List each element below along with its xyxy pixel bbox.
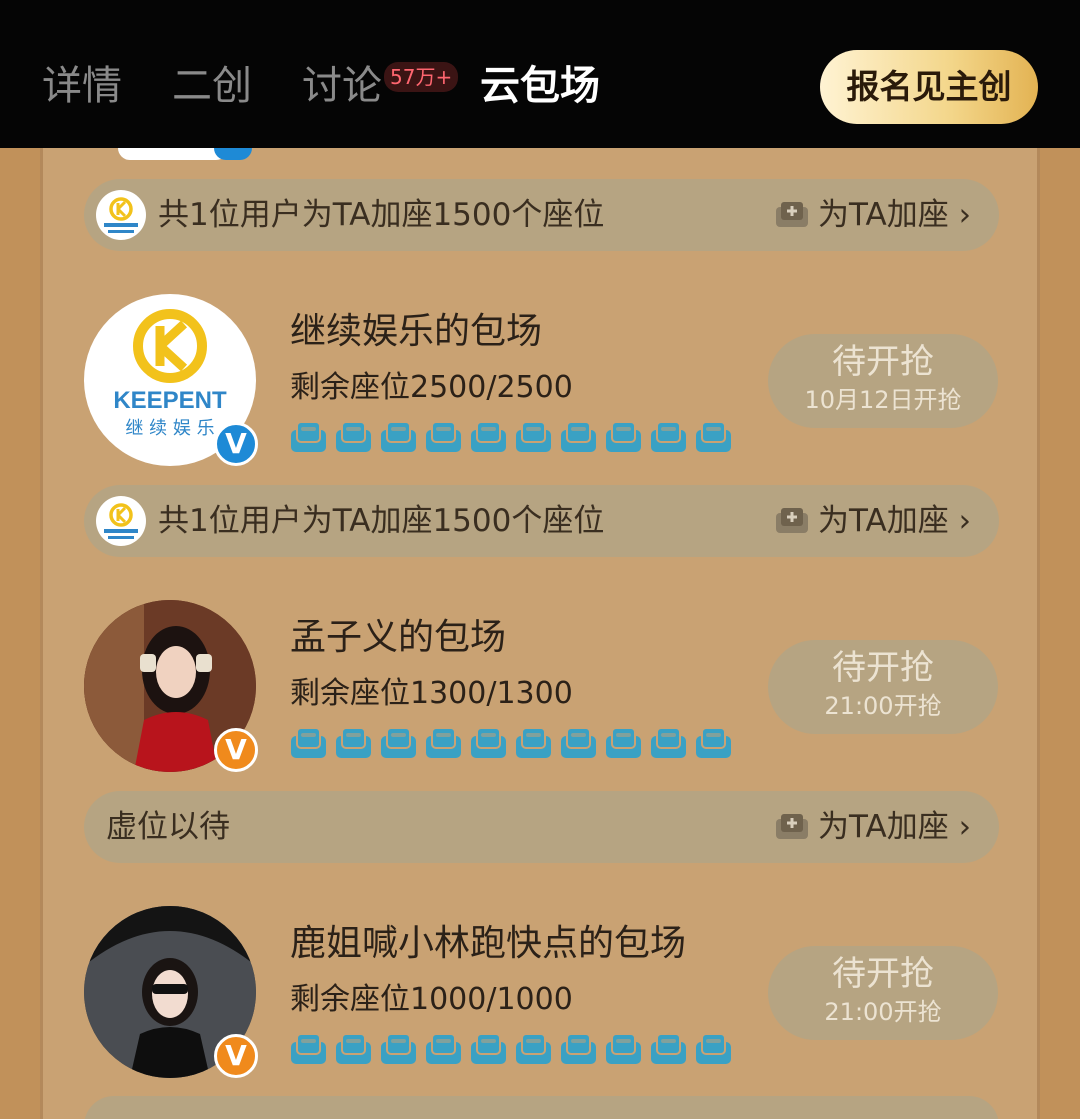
keepent-logo-icon <box>96 496 146 546</box>
remaining-seats: 剩余座位2500/2500 <box>290 370 573 405</box>
seat-contributors-bar[interactable]: 共1位用户为TA加座1500个座位 为TA加座 › <box>84 179 999 251</box>
screening-item-mengziyi: V 孟子义的包场 剩余座位1300/1300 待开抢 21:00开抢 <box>84 600 999 780</box>
signup-meet-cast-button[interactable]: 报名见主创 <box>820 50 1038 124</box>
seat-icons <box>290 1032 732 1066</box>
seat-icon <box>651 421 686 452</box>
screening-title[interactable]: 继续娱乐的包场 <box>290 308 542 356</box>
remaining-seats: 剩余座位1000/1000 <box>290 982 573 1017</box>
seat-icon <box>516 727 551 758</box>
seat-icon <box>606 421 641 452</box>
avatar-partial <box>118 148 228 160</box>
seat-icon <box>426 421 461 452</box>
seat-icon <box>381 421 416 452</box>
discussion-count-badge: 57万+ <box>384 62 459 92</box>
right-border <box>1040 148 1080 1119</box>
tab-discussion[interactable]: 讨论 <box>302 58 382 114</box>
seat-contributors-bar[interactable]: 共1位用户为TA加座1500个座位 为TA加座 › <box>84 485 999 557</box>
add-seat-button[interactable]: 为TA加座 › <box>774 485 971 557</box>
tab-details[interactable]: 详情 <box>42 58 122 114</box>
add-seat-icon <box>776 814 808 839</box>
seat-icon <box>471 727 506 758</box>
seat-icon <box>426 727 461 758</box>
top-tab-bar: 详情 二创 讨论 57万+ 云包场 报名见主创 <box>0 0 1080 148</box>
seat-icon <box>291 727 326 758</box>
seat-icon <box>471 421 506 452</box>
seat-contributors-bar-partial[interactable] <box>84 1096 999 1119</box>
add-seat-label: 为TA加座 › <box>818 503 971 539</box>
seat-icon <box>336 1033 371 1064</box>
verified-badge: V <box>214 422 258 466</box>
add-seat-icon <box>776 202 808 227</box>
grab-start-time: 21:00开抢 <box>824 692 942 720</box>
seat-icon <box>561 727 596 758</box>
seat-icon <box>516 421 551 452</box>
add-seat-icon <box>776 508 808 533</box>
seat-icons <box>290 726 732 760</box>
grab-start-time: 10月12日开抢 <box>804 386 962 414</box>
seat-icon <box>336 727 371 758</box>
screening-item-luzi: V 鹿姐喊小林跑快点的包场 剩余座位1000/1000 待开抢 21:00开抢 <box>84 906 999 1086</box>
seat-icon <box>471 1033 506 1064</box>
grab-pending-label: 待开抢 <box>832 954 934 994</box>
add-seat-button[interactable]: 为TA加座 › <box>774 179 971 251</box>
grab-pending-button[interactable]: 待开抢 21:00开抢 <box>768 946 998 1040</box>
left-border <box>0 148 40 1119</box>
seat-contributors-bar[interactable]: 虚位以待 为TA加座 › <box>84 791 999 863</box>
grab-pending-label: 待开抢 <box>832 648 934 688</box>
grab-pending-label: 待开抢 <box>832 342 934 382</box>
screening-title[interactable]: 鹿姐喊小林跑快点的包场 <box>290 920 686 968</box>
add-seat-label: 为TA加座 › <box>818 197 971 233</box>
svg-text:KEEPENT: KEEPENT <box>113 387 227 414</box>
tab-fan-creation[interactable]: 二创 <box>172 58 252 114</box>
svg-text:继 续 娱 乐: 继 续 娱 乐 <box>125 418 214 439</box>
seat-icon <box>291 1033 326 1064</box>
seat-icon <box>336 421 371 452</box>
seat-icon <box>696 1033 731 1064</box>
keepent-logo-icon <box>96 190 146 240</box>
seat-icon <box>696 421 731 452</box>
remaining-seats: 剩余座位1300/1300 <box>290 676 573 711</box>
contributors-text: 共1位用户为TA加座1500个座位 <box>158 197 605 233</box>
seat-icon <box>381 1033 416 1064</box>
seat-icon <box>516 1033 551 1064</box>
seat-icon <box>651 1033 686 1064</box>
seat-icon <box>291 421 326 452</box>
tab-cloud-screening[interactable]: 云包场 <box>480 58 600 114</box>
seat-icon <box>426 1033 461 1064</box>
empty-seat-text: 虚位以待 <box>106 809 230 845</box>
seat-icon <box>381 727 416 758</box>
add-seat-button[interactable]: 为TA加座 › <box>774 791 971 863</box>
seat-icon <box>606 727 641 758</box>
grab-pending-button[interactable]: 待开抢 10月12日开抢 <box>768 334 998 428</box>
seat-icon <box>561 1033 596 1064</box>
screening-item-keepent: KEEPENT 继 续 娱 乐 V 继续娱乐的包场 剩余座位2500/2500 … <box>84 294 999 474</box>
grab-pending-button[interactable]: 待开抢 21:00开抢 <box>768 640 998 734</box>
verified-badge-partial <box>214 148 252 160</box>
seat-icon <box>561 421 596 452</box>
verified-badge: V <box>214 728 258 772</box>
seat-icon <box>606 1033 641 1064</box>
seat-icon <box>696 727 731 758</box>
grab-start-time: 21:00开抢 <box>824 998 942 1026</box>
seat-icons <box>290 420 732 454</box>
add-seat-label: 为TA加座 › <box>818 809 971 845</box>
verified-badge: V <box>214 1034 258 1078</box>
seat-icon <box>651 727 686 758</box>
screening-title[interactable]: 孟子义的包场 <box>290 614 506 662</box>
contributors-text: 共1位用户为TA加座1500个座位 <box>158 503 605 539</box>
